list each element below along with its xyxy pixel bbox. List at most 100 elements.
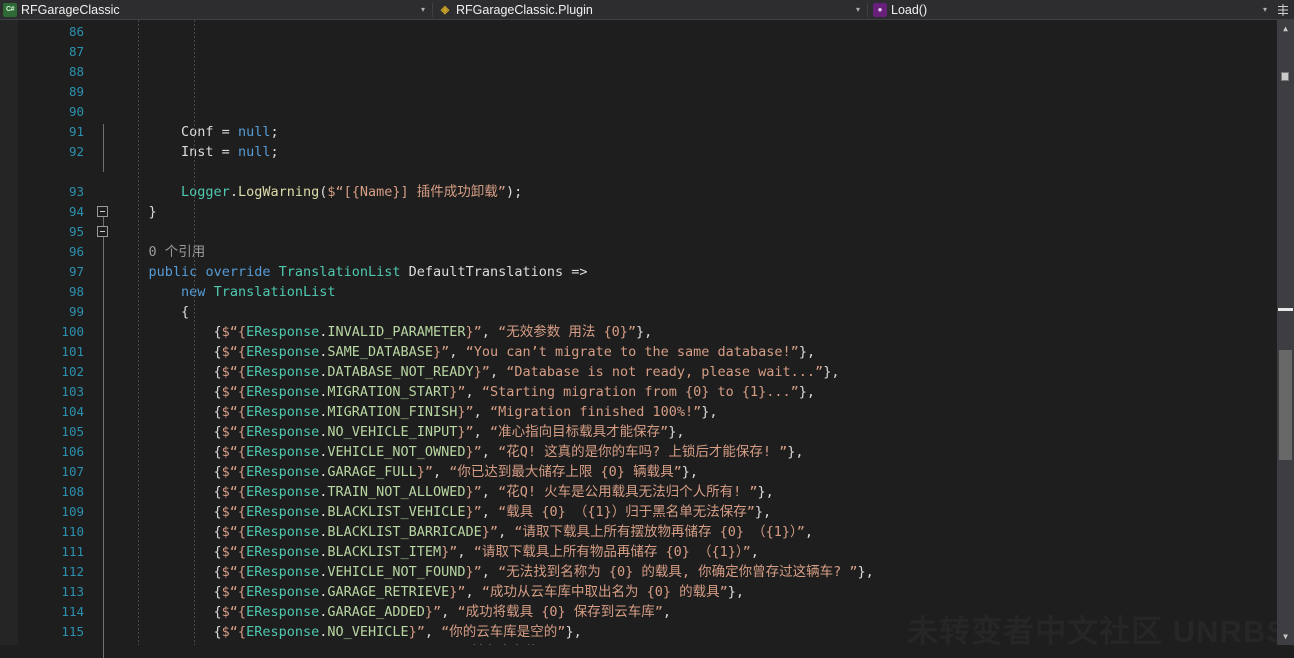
code-line[interactable]: {$“{EResponse.SAME_DATABASE}”, “You can’… (116, 342, 1294, 362)
code-text-area[interactable]: Conf = null; Inst = null; Logger.LogWarn… (116, 20, 1294, 645)
code-line[interactable]: {$“{EResponse.VEHICLE_NOT_OWNED}”, “花Q! … (116, 442, 1294, 462)
nav-dropdown-member[interactable]: ● Load() ▾ (870, 0, 1272, 19)
code-token: , (498, 524, 515, 540)
code-line[interactable]: {$“{EResponse.GARAGE_FULL}”, “你已达到最大储存上限… (116, 462, 1294, 482)
scroll-up-arrow-icon[interactable]: ▲ (1277, 20, 1294, 37)
code-token: GARAGE_RETRIEVE (327, 584, 450, 600)
code-token: }” (408, 624, 425, 640)
code-line[interactable]: {$“{EResponse.BLACKLIST_VEHICLE}”, “载具 {… (116, 502, 1294, 522)
code-line[interactable]: {$“{EResponse.NO_VEHICLE}”, “你的云车库是空的”}, (116, 622, 1294, 642)
code-line[interactable]: Inst = null; (116, 142, 1294, 162)
code-line[interactable]: {$“{EResponse.DATABASE_NOT_READY}”, “Dat… (116, 362, 1294, 382)
code-line[interactable]: new TranslationList (116, 282, 1294, 302)
line-number-gutter: 86 87 88 89 90 91 92. 93 94 95 96 97 98 99 100 101 102 10… (18, 20, 92, 645)
code-line[interactable]: {$“{EResponse.VEHICLE_NOT_FOUND}”, “无法找到… (116, 562, 1294, 582)
code-token: BLACKLIST_BARRICADE (327, 524, 482, 540)
code-line[interactable]: {$“{EResponse.TRAIN_NOT_ALLOWED}”, “花Q! … (116, 482, 1294, 502)
code-token: = (213, 124, 238, 140)
code-token: EResponse (246, 544, 320, 560)
code-line[interactable] (116, 222, 1294, 242)
code-token: $“{ (221, 404, 247, 420)
code-line[interactable]: {$“{EResponse.BLACKLIST_ITEM}”, “请取下载具上所… (116, 542, 1294, 562)
code-token: . (229, 184, 238, 200)
method-icon: ● (873, 2, 887, 17)
code-token: $“{ (221, 424, 247, 440)
code-token: TRAIN_NOT_ALLOWED (327, 484, 466, 500)
code-token: }, (754, 504, 772, 520)
code-line[interactable]: {$“{EResponse.BLACKLIST_BARRICADE}”, “请取… (116, 522, 1294, 542)
code-token: EResponse (246, 564, 320, 580)
scrollbar-thumb[interactable] (1279, 350, 1292, 460)
code-line[interactable]: {$“{EResponse.NO_VEHICLE_INPUT}”, “准心指向目… (116, 422, 1294, 442)
code-token: { (116, 344, 222, 360)
code-token: $“{ (221, 484, 247, 500)
code-line[interactable]: {$“{EResponse.GARAGE_RETRIEVE}”, “成功从云车库… (116, 582, 1294, 602)
code-token: }” (433, 344, 450, 360)
line-number-blank: . (18, 162, 92, 182)
editor-indicator-margin[interactable] (0, 20, 18, 645)
code-token: $“{ (221, 624, 247, 640)
code-token: “Starting migration from {0} to {1}...” (481, 384, 799, 400)
code-line[interactable] (116, 102, 1294, 122)
navigation-bar: C# RFGarageClassic ▾ ◈ RFGarageClassic.P… (0, 0, 1294, 20)
code-token: { (116, 484, 222, 500)
code-token: $“{ (221, 324, 247, 340)
line-number: 92 (68, 144, 84, 159)
code-token: null (237, 124, 271, 140)
line-number: 108 (61, 484, 84, 499)
code-line[interactable]: {$“{EResponse.MIGRATION_START}”, “Starti… (116, 382, 1294, 402)
outline-vertical-line (103, 124, 104, 172)
code-token: , (433, 464, 450, 480)
code-line[interactable]: 0 个引用 (116, 242, 1294, 262)
line-number: 106 (61, 444, 84, 459)
outline-vertical-line (103, 206, 104, 658)
nav-separator-2 (867, 2, 868, 17)
line-number: 107 (61, 464, 84, 479)
code-token: ] 插件成功卸载” (400, 184, 506, 200)
code-token: “成功从云车库中取出名为 {0} 的载具” (481, 584, 728, 600)
chevron-down-icon[interactable]: ▾ (416, 5, 430, 14)
code-token: $“{ (221, 564, 247, 580)
code-token: EResponse (246, 624, 320, 640)
code-token: ; (270, 124, 279, 140)
chevron-down-icon[interactable]: ▾ (851, 5, 865, 14)
vertical-scrollbar[interactable]: ▲ ▼ (1277, 20, 1294, 645)
outlining-margin[interactable] (92, 20, 116, 658)
code-token: Inst (181, 144, 214, 160)
code-token: }, (823, 364, 840, 380)
line-number: 99 (68, 304, 84, 319)
code-token: “请取下载具上所有物品再储存 {0} （{1}）” (473, 544, 751, 560)
code-token: }” (473, 364, 490, 380)
code-line[interactable]: {$“{EResponse.GARAGE_ADDED}”, “成功将载具 {0}… (116, 602, 1294, 622)
code-line[interactable]: {$“{EResponse.INVALID_PARAMETER}”, “无效参数… (116, 322, 1294, 342)
code-line[interactable]: } (116, 202, 1294, 222)
code-line[interactable]: { (116, 302, 1294, 322)
scroll-down-arrow-icon[interactable]: ▼ (1277, 628, 1294, 645)
nav-dropdown-project[interactable]: C# RFGarageClassic ▾ (0, 0, 430, 19)
code-token: }” (424, 604, 442, 620)
code-token: EResponse (246, 444, 320, 460)
line-number: 113 (61, 584, 84, 599)
code-token: “请取下载具上所有摆放物再储存 {0} （{1}）” (514, 524, 805, 540)
chevron-down-icon[interactable]: ▾ (1258, 5, 1272, 14)
code-token: DATABASE_NOT_READY (327, 364, 474, 380)
split-editor-button[interactable] (1272, 0, 1294, 19)
outline-collapse-box[interactable] (97, 226, 108, 237)
code-token: }” (465, 324, 482, 340)
code-token: }, (787, 444, 804, 460)
code-line[interactable] (116, 162, 1294, 182)
code-line[interactable]: public override TranslationList DefaultT… (116, 262, 1294, 282)
nav-dropdown-namespace[interactable]: ◈ RFGarageClassic.Plugin ▾ (435, 0, 865, 19)
code-line[interactable]: {$“{EResponse.MIGRATION_FINISH}”, “Migra… (116, 402, 1294, 422)
code-editor[interactable]: 86 87 88 89 90 91 92. 93 94 95 96 97 98 99 100 101 102 10… (0, 20, 1294, 658)
outline-collapse-box[interactable] (97, 206, 108, 217)
code-token: GARAGE_FULL (327, 464, 417, 480)
code-token: }, (565, 624, 582, 640)
csharp-project-icon: C# (3, 2, 17, 17)
code-token: { (116, 444, 222, 460)
code-line[interactable]: Logger.LogWarning($“[{Name}] 插件成功卸载”); (116, 182, 1294, 202)
code-line[interactable]: Conf = null; (116, 122, 1294, 142)
